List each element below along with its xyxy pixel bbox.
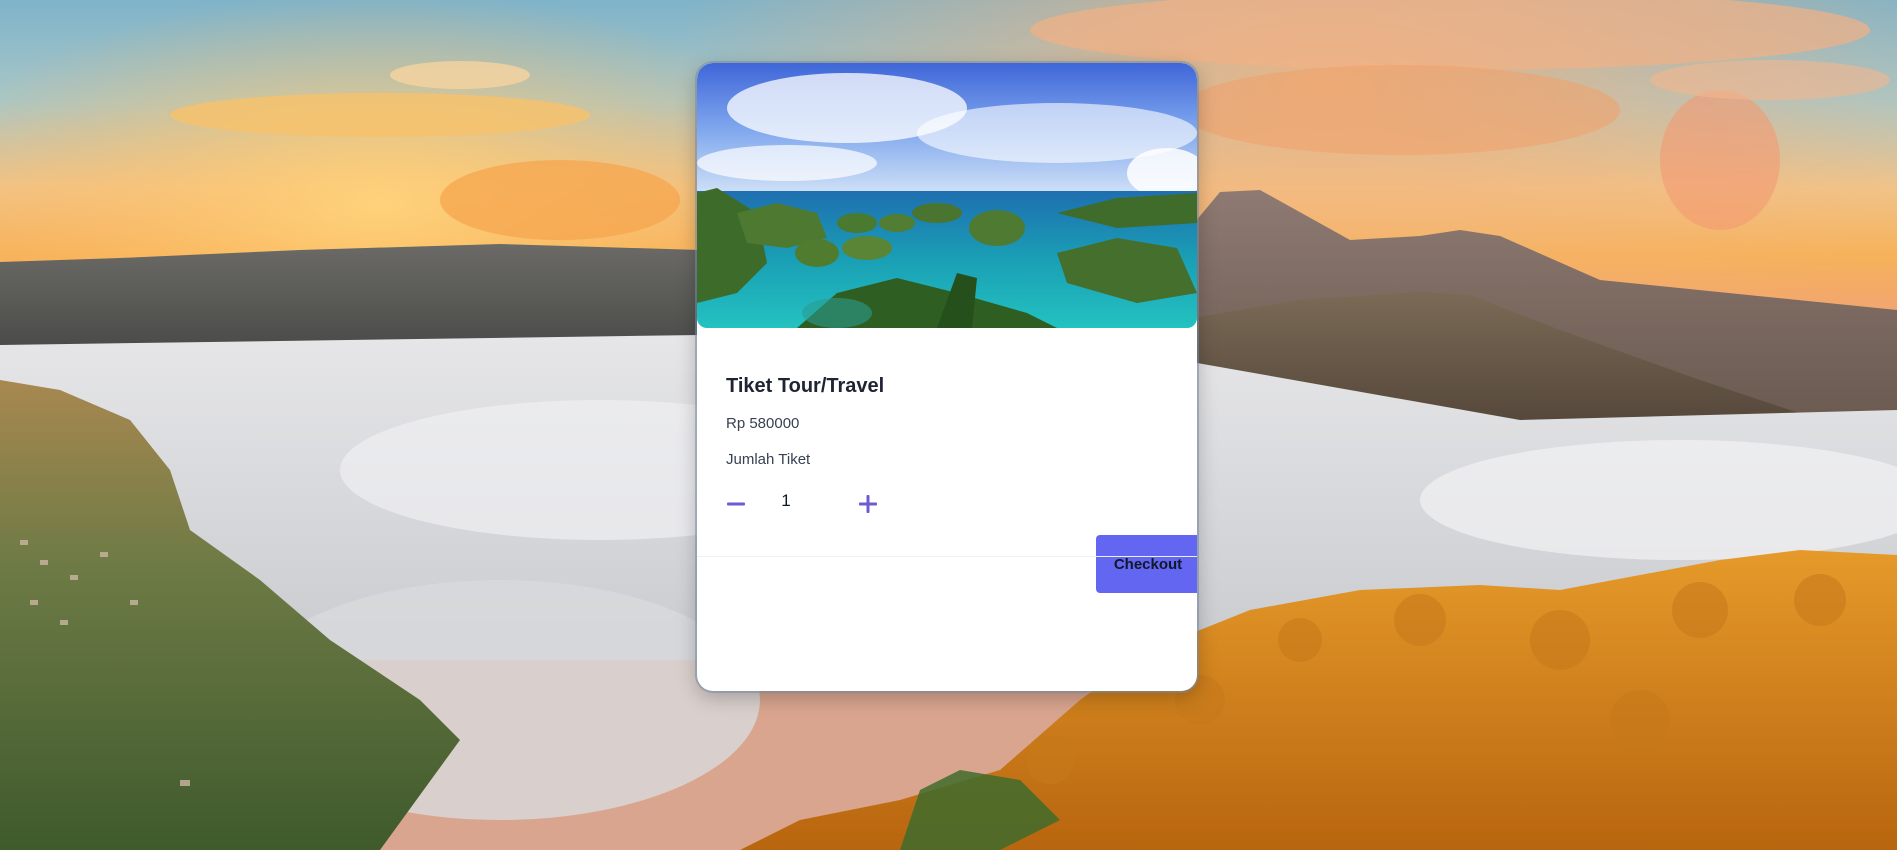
destination-image <box>697 63 1197 328</box>
card-divider <box>697 556 1197 557</box>
islands-photo <box>697 63 1197 328</box>
ticket-card: Tiket Tour/Travel Rp 580000 Jumlah Tiket… <box>697 63 1197 691</box>
plus-icon <box>859 495 877 513</box>
product-title: Tiket Tour/Travel <box>726 375 885 397</box>
product-price: Rp 580000 <box>726 415 800 432</box>
quantity-value[interactable]: 1 <box>771 491 801 511</box>
page-background: Tiket Tour/Travel Rp 580000 Jumlah Tiket… <box>0 0 1897 850</box>
checkout-button[interactable]: Checkout <box>1096 535 1197 593</box>
increment-button[interactable] <box>853 489 883 519</box>
quantity-label: Jumlah Tiket <box>726 451 811 468</box>
decrement-button[interactable] <box>721 489 751 519</box>
minus-icon <box>727 502 745 506</box>
